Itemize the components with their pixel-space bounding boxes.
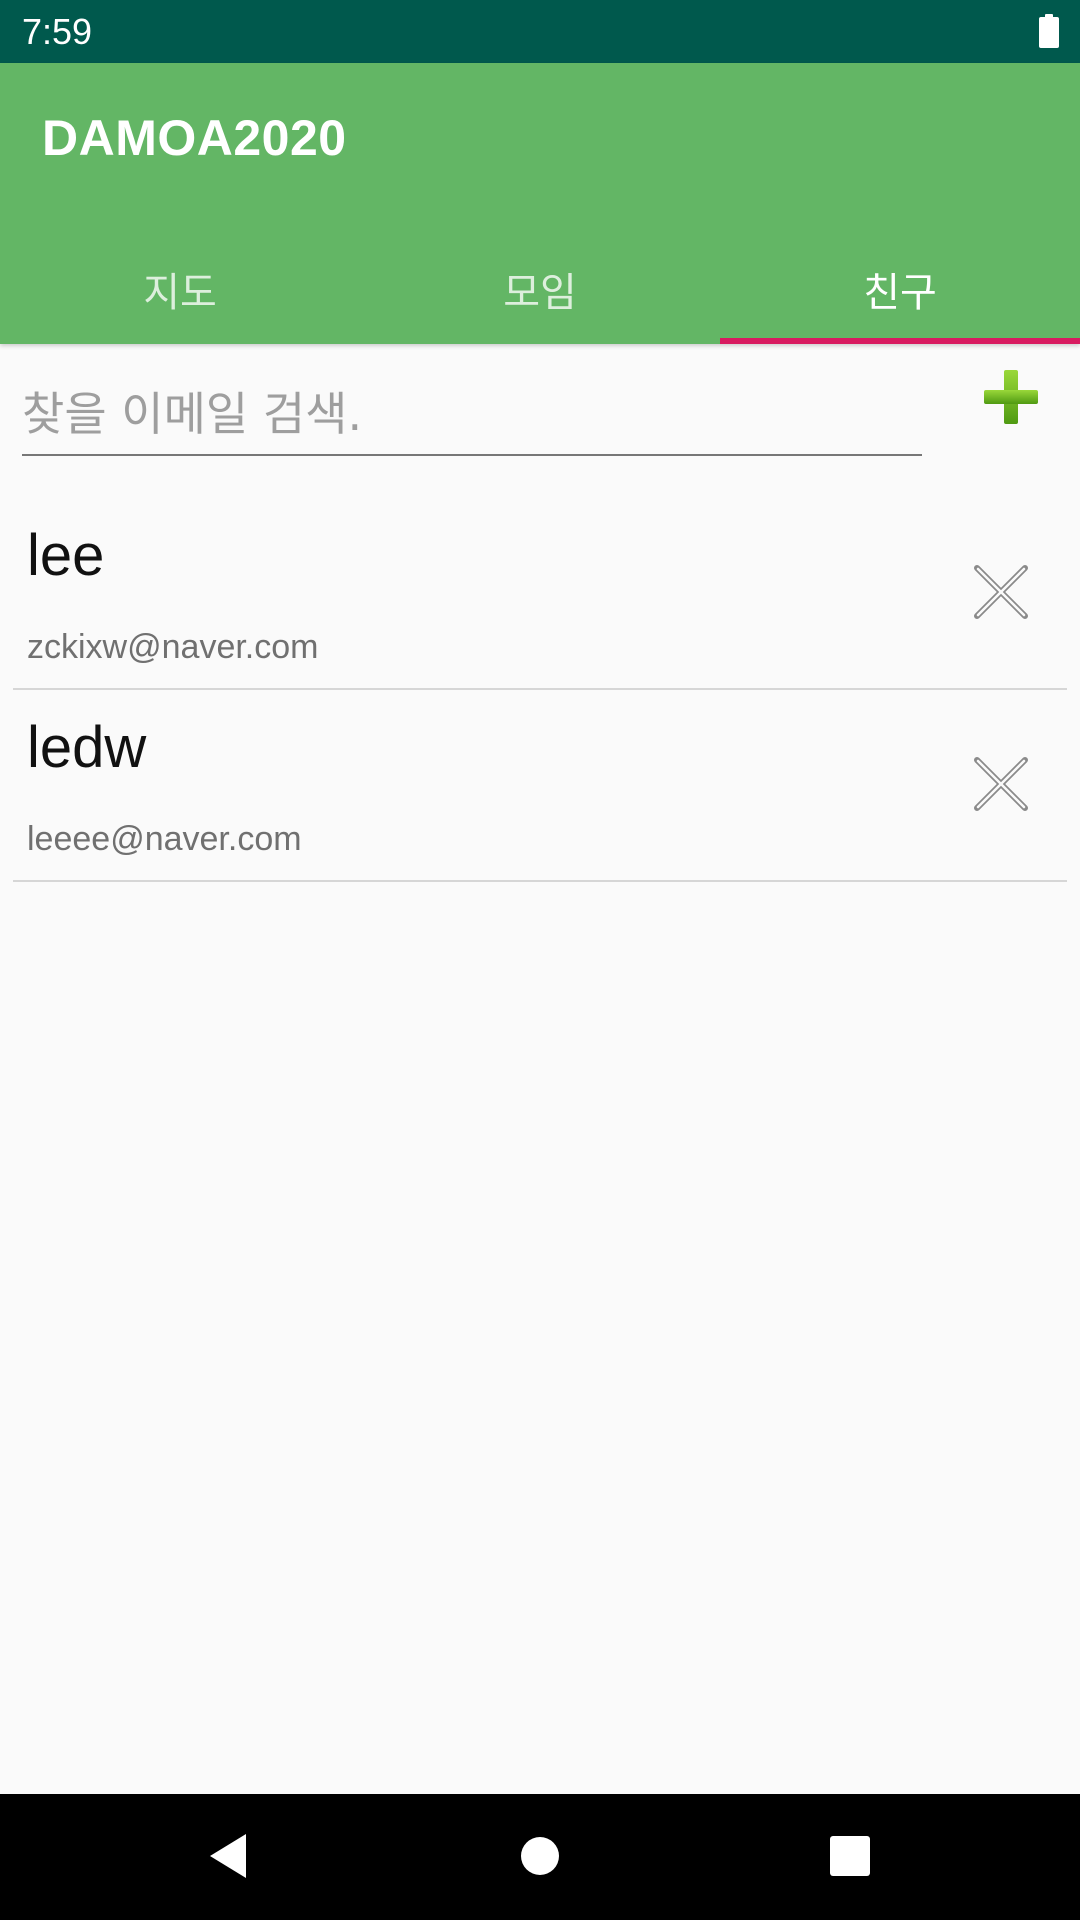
list-item[interactable]: ledw leeee@naver.com	[13, 692, 1067, 882]
close-icon	[974, 565, 1028, 619]
friend-name: ledw	[27, 715, 147, 780]
friend-email: zckixw@naver.com	[27, 628, 319, 666]
back-icon	[210, 1834, 246, 1878]
status-time: 7:59	[22, 11, 93, 52]
app-bar: DAMOA2020 지도 모임 친구	[0, 63, 1080, 344]
tab-meetings[interactable]: 모임	[360, 243, 720, 344]
delete-friend-button[interactable]	[973, 564, 1029, 620]
status-bar: 7:59	[0, 0, 1080, 63]
battery-icon	[1039, 14, 1059, 48]
home-icon	[521, 1837, 559, 1875]
close-icon	[974, 757, 1028, 811]
tab-friends[interactable]: 친구	[720, 243, 1080, 344]
tab-map[interactable]: 지도	[0, 243, 360, 344]
search-input[interactable]	[22, 374, 922, 456]
tab-meetings-label: 모임	[503, 270, 577, 316]
home-button[interactable]	[508, 1824, 572, 1888]
add-friend-button[interactable]	[978, 364, 1044, 430]
plus-icon	[984, 370, 1038, 424]
recents-icon	[830, 1836, 870, 1876]
list-item[interactable]: lee zckixw@naver.com	[13, 500, 1067, 690]
delete-friend-button[interactable]	[973, 756, 1029, 812]
tab-map-label: 지도	[143, 270, 217, 316]
friend-list: lee zckixw@naver.com ledw leeee@naver.co…	[13, 500, 1067, 884]
screen: 7:59 DAMOA2020 지도 모임 친구 찾을 이메일 검색. lee z…	[0, 0, 1080, 1920]
app-title: DAMOA2020	[42, 110, 347, 166]
tab-friends-label: 친구	[863, 270, 937, 316]
search-row	[0, 344, 1080, 474]
back-button[interactable]	[202, 1824, 266, 1888]
navigation-bar	[0, 1794, 1080, 1920]
recents-button[interactable]	[818, 1824, 882, 1888]
friend-name: lee	[27, 523, 105, 588]
tab-bar: 지도 모임 친구	[0, 243, 1080, 344]
friend-email: leeee@naver.com	[27, 820, 302, 858]
